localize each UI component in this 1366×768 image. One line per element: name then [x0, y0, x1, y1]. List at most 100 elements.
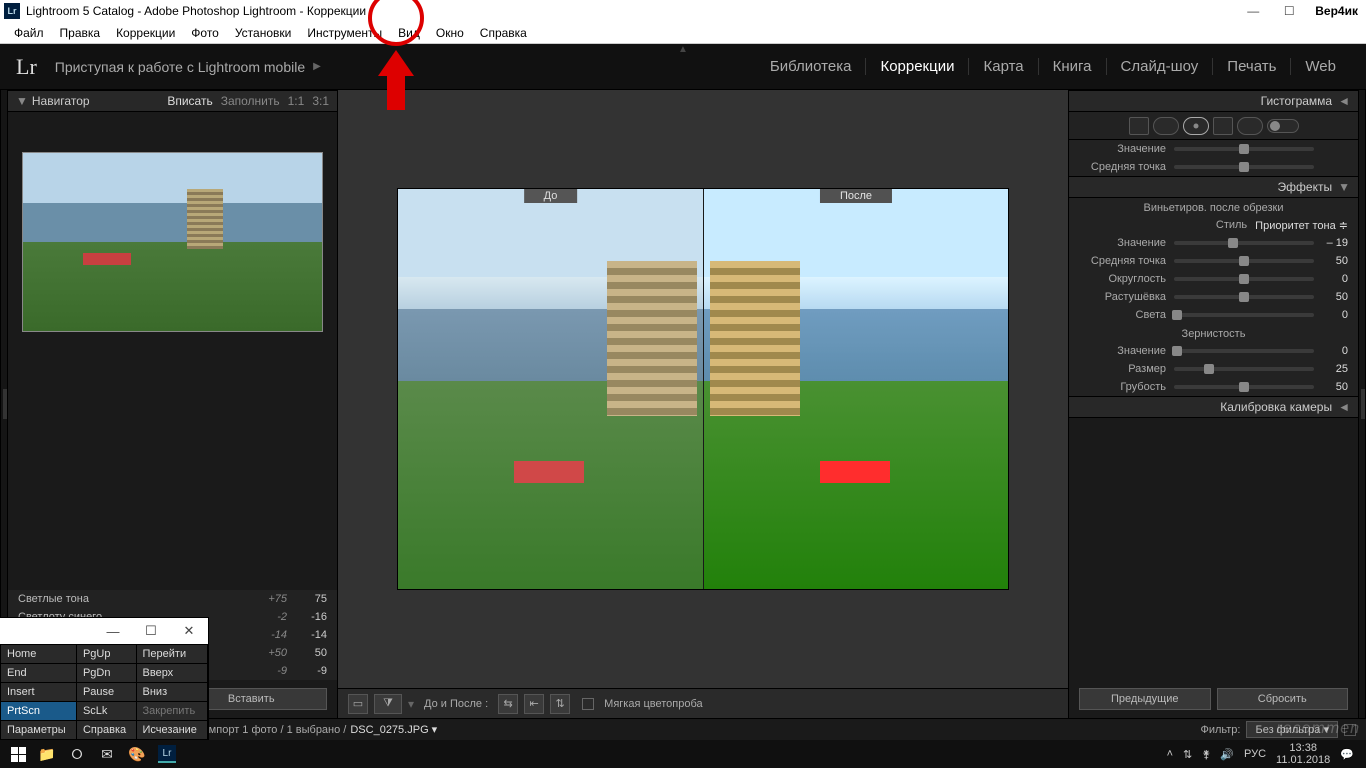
tray-chevron-icon[interactable]: ˄	[1167, 748, 1173, 760]
history-row[interactable]: Светлые тона+7575	[8, 590, 337, 608]
osk-key[interactable]: Перейти	[136, 645, 207, 664]
style-dropdown[interactable]: Приоритет тона ≑	[1255, 219, 1348, 232]
menu-develop[interactable]: Коррекции	[108, 24, 183, 42]
preview-area[interactable]: До После	[338, 90, 1068, 688]
osk-key[interactable]: Вверх	[136, 664, 207, 683]
compare-view-button[interactable]: ⧩	[374, 694, 402, 714]
osk-close-button[interactable]: ✕	[170, 623, 208, 639]
menu-settings[interactable]: Установки	[227, 24, 299, 42]
mobile-menu-icon[interactable]: ▶	[313, 61, 321, 72]
panel-collapse-top-icon[interactable]: ▲	[678, 44, 688, 55]
swap-button[interactable]: ⇆	[498, 694, 518, 714]
menu-window[interactable]: Окно	[428, 24, 472, 42]
loupe-view-button[interactable]: ▭	[348, 694, 368, 714]
module-print[interactable]: Печать	[1213, 58, 1291, 75]
zoom-11[interactable]: 1:1	[288, 94, 305, 108]
top-slider-0[interactable]: Значение	[1069, 140, 1358, 158]
osk-titlebar[interactable]: — ☐ ✕	[0, 618, 208, 644]
reset-button[interactable]: Сбросить	[1217, 688, 1349, 710]
taskbar-lightroom-icon[interactable]: Lr	[152, 742, 182, 766]
vignette-slider-0[interactable]: Значение– 19	[1069, 234, 1358, 252]
vignette-slider-2[interactable]: Округлость0	[1069, 270, 1358, 288]
spot-tool-icon[interactable]	[1153, 117, 1179, 135]
taskbar-browser-icon[interactable]: ⭘	[62, 742, 92, 766]
osk-key[interactable]: PgDn	[76, 664, 136, 683]
previous-button[interactable]: Предыдущие	[1079, 688, 1211, 710]
tool-strip	[1069, 112, 1358, 140]
start-button[interactable]	[4, 742, 32, 766]
osk-key[interactable]: Исчезание	[136, 721, 207, 740]
osk-key[interactable]: ScLk	[76, 702, 136, 721]
osk-key[interactable]: Справка	[76, 721, 136, 740]
module-slideshow[interactable]: Слайд-шоу	[1107, 58, 1214, 75]
tray-volume-icon[interactable]: 🔊	[1220, 748, 1234, 761]
osk-key[interactable]: End	[1, 664, 77, 683]
calibration-title: Калибровка камеры	[1220, 400, 1332, 414]
module-book[interactable]: Книга	[1039, 58, 1107, 75]
maximize-button[interactable]: ☐	[1271, 4, 1307, 18]
tray-lang[interactable]: РУС	[1244, 748, 1266, 760]
menu-tools[interactable]: Инструменты	[299, 24, 390, 42]
osk-key[interactable]: Insert	[1, 683, 77, 702]
grain-slider-2[interactable]: Грубость50	[1069, 378, 1358, 396]
copy-both-button[interactable]: ⇅	[550, 694, 570, 714]
crop-tool-icon[interactable]	[1129, 117, 1149, 135]
osk-key[interactable]: Параметры	[1, 721, 77, 740]
histogram-header[interactable]: Гистограмма◄	[1069, 90, 1358, 112]
osk-key[interactable]: Вниз	[136, 683, 207, 702]
module-library[interactable]: Библиотека	[756, 58, 867, 75]
taskbar-paint-icon[interactable]: 🎨	[122, 742, 152, 766]
osk-key[interactable]: Home	[1, 645, 77, 664]
osk-key[interactable]: Закрепить	[136, 702, 207, 721]
module-web[interactable]: Web	[1291, 58, 1350, 75]
osk-maximize-button[interactable]: ☐	[132, 623, 170, 639]
vignette-slider-4[interactable]: Света0	[1069, 306, 1358, 324]
tray-wifi-icon[interactable]: ⚵	[1202, 748, 1210, 761]
copy-left-button[interactable]: ⇤	[524, 694, 544, 714]
grain-slider-1[interactable]: Размер25	[1069, 360, 1358, 378]
menu-file[interactable]: Файл	[6, 24, 52, 42]
grain-slider-0[interactable]: Значение0	[1069, 342, 1358, 360]
effects-header[interactable]: Эффекты▼	[1069, 176, 1358, 198]
module-develop[interactable]: Коррекции	[866, 58, 969, 75]
filter-lock-icon[interactable]	[1344, 724, 1356, 736]
top-slider-1[interactable]: Средняя точка	[1069, 158, 1358, 176]
brush-tool-icon[interactable]	[1267, 119, 1299, 133]
tray-notifications-icon[interactable]: 💬	[1340, 748, 1354, 761]
calibration-header[interactable]: Калибровка камеры◄	[1069, 396, 1358, 418]
navigator-preview[interactable]	[22, 152, 323, 332]
tray-network-icon[interactable]: ⇅	[1183, 748, 1192, 761]
radial-tool-icon[interactable]	[1237, 117, 1263, 135]
gradient-tool-icon[interactable]	[1213, 117, 1233, 135]
tray-clock[interactable]: 13:3811.01.2018	[1276, 742, 1330, 766]
window-titlebar: Lr Lightroom 5 Catalog - Adobe Photoshop…	[0, 0, 1366, 22]
menu-view[interactable]: Вид	[390, 24, 428, 42]
softproof-checkbox[interactable]	[582, 698, 594, 710]
vignette-slider-1[interactable]: Средняя точка50	[1069, 252, 1358, 270]
osk-key[interactable]: Pause	[76, 683, 136, 702]
zoom-fill[interactable]: Заполнить	[221, 94, 280, 108]
vignette-slider-3[interactable]: Растушёвка50	[1069, 288, 1358, 306]
zoom-31[interactable]: 3:1	[312, 94, 329, 108]
menu-edit[interactable]: Правка	[52, 24, 109, 42]
zoom-fit[interactable]: Вписать	[167, 94, 212, 108]
module-map[interactable]: Карта	[969, 58, 1038, 75]
taskbar-folder-icon[interactable]: 📁	[32, 742, 62, 766]
navigator-title: Навигатор	[32, 94, 90, 108]
right-panel-grip[interactable]	[1358, 90, 1366, 718]
filter-dropdown[interactable]: Без фильтра ▾	[1246, 721, 1338, 738]
osk-minimize-button[interactable]: —	[94, 624, 132, 639]
osk-key[interactable]: PgUp	[76, 645, 136, 664]
module-bar: ▲ Lr Приступая к работе с Lightroom mobi…	[0, 44, 1366, 90]
taskbar-mail-icon[interactable]: ✉	[92, 742, 122, 766]
osk-key[interactable]: PrtScn	[1, 702, 77, 721]
menu-help[interactable]: Справка	[472, 24, 535, 42]
navigator-header[interactable]: ▼ Навигатор Вписать Заполнить 1:1 3:1	[8, 90, 337, 112]
minimize-button[interactable]: —	[1235, 4, 1271, 18]
window-title: Lightroom 5 Catalog - Adobe Photoshop Li…	[26, 4, 366, 18]
menu-photo[interactable]: Фото	[183, 24, 227, 42]
redeye-tool-icon[interactable]	[1183, 117, 1209, 135]
filter-label: Фильтр:	[1200, 724, 1240, 736]
current-file[interactable]: DSC_0275.JPG ▾	[350, 723, 437, 736]
mobile-hint[interactable]: Приступая к работе с Lightroom mobile	[55, 59, 305, 75]
